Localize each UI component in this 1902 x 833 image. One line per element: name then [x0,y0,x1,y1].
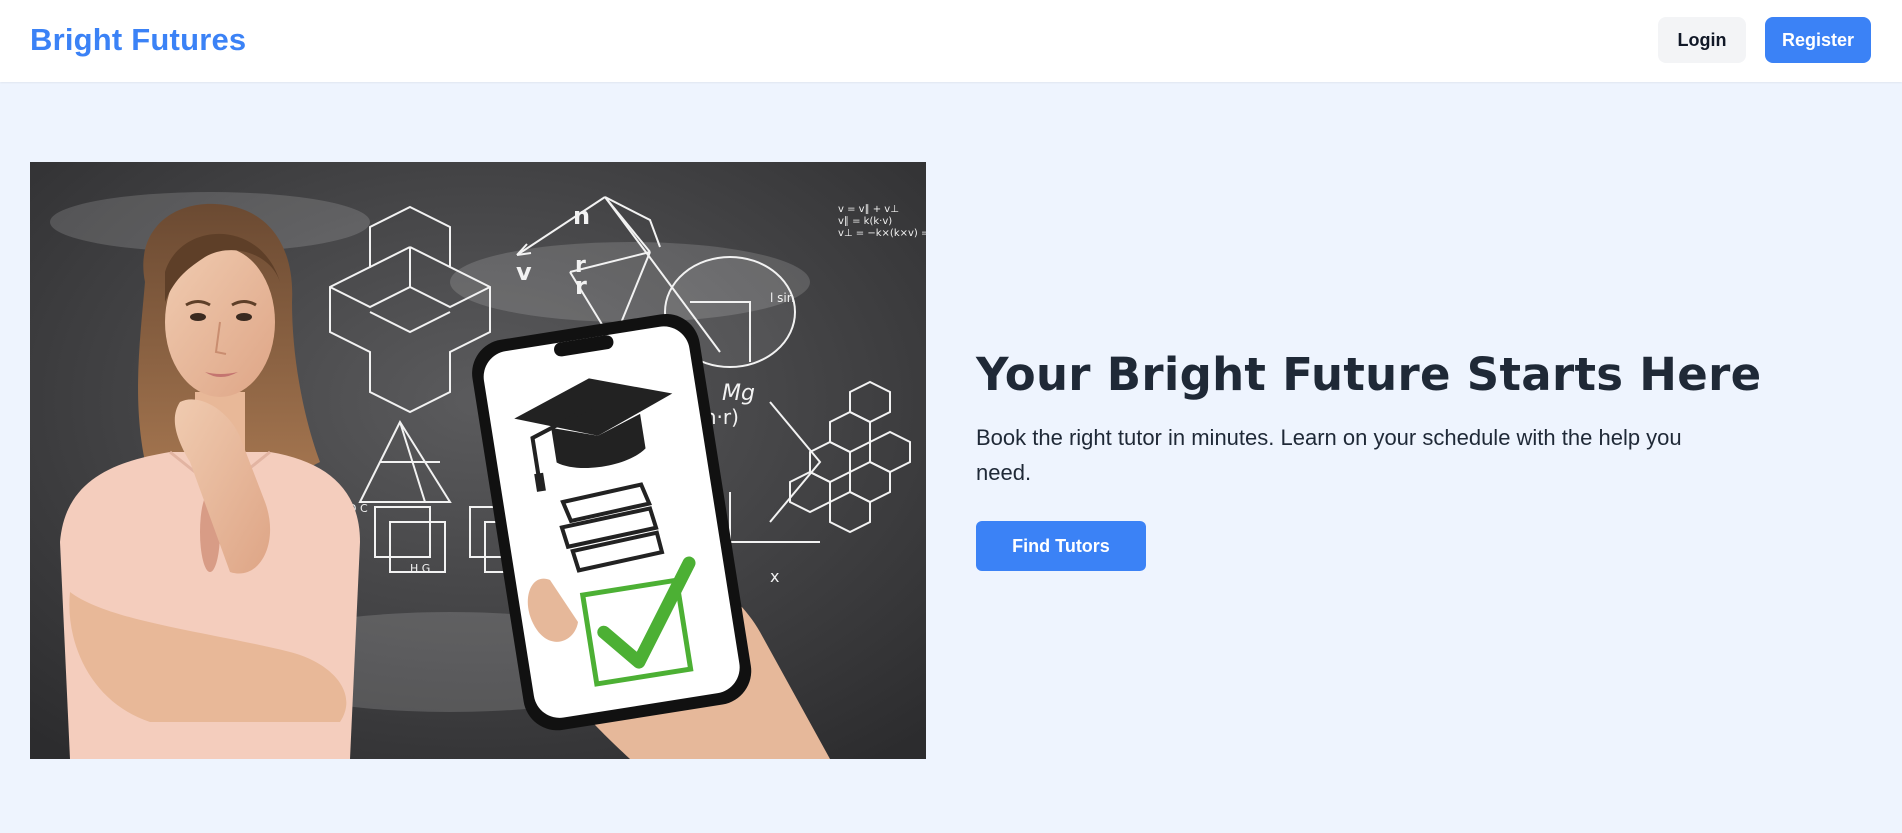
svg-text:r: r [575,253,586,278]
hero-headline: Your Bright Future Starts Here [976,348,1762,401]
svg-text:v: v [516,258,532,286]
hero-illustration: n r r v Mg = r∥ + r⊥ = n(n·r) r = r − n(… [30,162,926,759]
hero-image: n r r v Mg = r∥ + r⊥ = n(n·r) r = r − n(… [30,162,926,759]
register-button[interactable]: Register [1765,17,1871,63]
svg-text:l sin: l sin [770,291,794,305]
svg-text:n: n [573,202,590,230]
find-tutors-button[interactable]: Find Tutors [976,521,1146,571]
brand-logo[interactable]: Bright Futures [30,22,246,58]
svg-text:x: x [770,567,779,586]
svg-text:H G: H G [410,562,430,575]
svg-text:v∥ = k(k·v): v∥ = k(k·v) [838,216,892,227]
hero-subtext: Book the right tutor in minutes. Learn o… [976,425,1682,485]
login-button[interactable]: Login [1658,17,1746,63]
svg-text:v = v∥ + v⊥: v = v∥ + v⊥ [838,204,899,215]
svg-text:v⊥ = −k×(k×v) = v − k(k·v): v⊥ = −k×(k×v) = v − k(k·v) [838,228,926,239]
svg-text:Mg: Mg [722,381,755,406]
top-navigation-bar: Bright Futures Login Register [0,0,1902,82]
